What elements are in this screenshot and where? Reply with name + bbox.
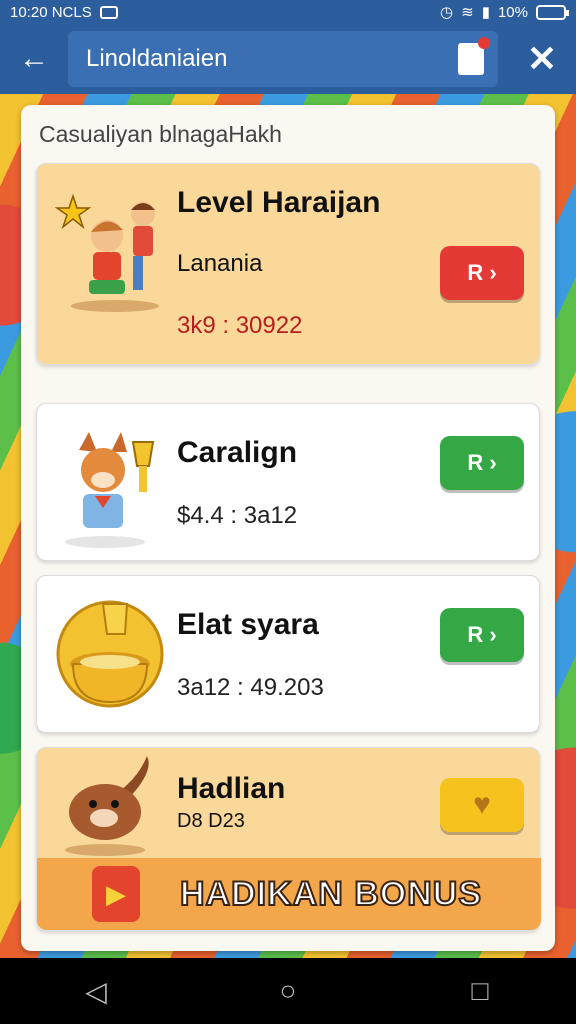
card-title: Elat syara	[177, 608, 319, 641]
beaver-mascot-illustration	[65, 756, 149, 856]
status-time: 10:20 NCLS	[10, 3, 92, 21]
nav-home-icon: ○	[279, 975, 297, 1006]
card-level[interactable]: Level Haraijan Lanania 3k9 : 30922 R ›	[36, 163, 540, 365]
card-subtitle: D8 D23	[177, 810, 245, 832]
back-button[interactable]: ←	[10, 35, 58, 83]
battery-icon	[536, 4, 569, 20]
panel-title: Casualiyan blnagaHakh	[39, 121, 282, 147]
fox-mascot-illustration	[65, 432, 155, 548]
search-value: Linoldaniaien	[86, 45, 228, 72]
card-value: 3k9 : 30922	[177, 312, 303, 339]
gold-pot-illustration	[56, 600, 164, 708]
app-bar: ← Linoldaniaien ✕	[0, 24, 576, 94]
card-title: Level Haraijan	[177, 186, 381, 219]
heart-icon: ♥	[473, 788, 491, 821]
card-value: 3a12 : 49.203	[177, 674, 324, 701]
close-icon: ✕	[526, 38, 558, 79]
card-hadlian[interactable]: Hadlian D8 D23 ♥ ▶ HADIKAN BONUS	[36, 747, 541, 931]
play-button-label: R ›	[467, 622, 497, 647]
card-elat-syara[interactable]: Elat syara 3a12 : 49.203 R ›	[36, 575, 540, 733]
message-icon	[99, 5, 118, 19]
play-button-label: R ›	[467, 260, 497, 285]
system-nav-bar: ◁ ○ □	[0, 958, 576, 1024]
main-panel: Casualiyan blnagaHakh Level Haraijan Lan…	[21, 105, 555, 951]
close-button[interactable]: ✕	[518, 35, 566, 83]
card-value: $4.4 : 3a12	[177, 502, 298, 529]
signal-icon: ▮	[481, 4, 490, 21]
play-icon[interactable]: ▶	[92, 866, 140, 922]
search-input[interactable]: Linoldaniaien	[68, 31, 498, 87]
play-button-label: R ›	[467, 450, 497, 475]
back-arrow-icon: ←	[19, 42, 49, 75]
card-subtitle: Lanania	[177, 250, 263, 277]
bonus-label: HADIKAN BONUS	[179, 874, 482, 914]
alarm-icon: ◷	[440, 4, 454, 21]
favorite-button[interactable]: ♥	[440, 778, 524, 832]
card-caralign[interactable]: Caralign $4.4 : 3a12 R ›	[36, 403, 540, 561]
wifi-icon: ≋	[461, 4, 474, 21]
card-title: Hadlian	[177, 772, 286, 805]
status-bar: 10:20 NCLS ◷ ≋ ▮ 10%	[0, 0, 576, 24]
nav-back-icon: ◁	[85, 975, 107, 1007]
card-title: Caralign	[177, 436, 298, 469]
play-button[interactable]: R ›	[440, 246, 524, 300]
battery-percent: 10%	[497, 3, 528, 21]
kids-cheering-illustration	[55, 193, 159, 312]
play-button[interactable]: R ›	[440, 608, 524, 662]
note-icon[interactable]	[458, 37, 490, 75]
nav-recents-icon: □	[471, 975, 489, 1006]
play-button[interactable]: R ›	[440, 436, 524, 490]
nav-recents-button[interactable]: □	[450, 961, 510, 1021]
nav-back-button[interactable]: ◁	[66, 961, 126, 1021]
nav-home-button[interactable]: ○	[258, 961, 318, 1021]
bonus-banner[interactable]: ▶ HADIKAN BONUS	[37, 858, 541, 930]
